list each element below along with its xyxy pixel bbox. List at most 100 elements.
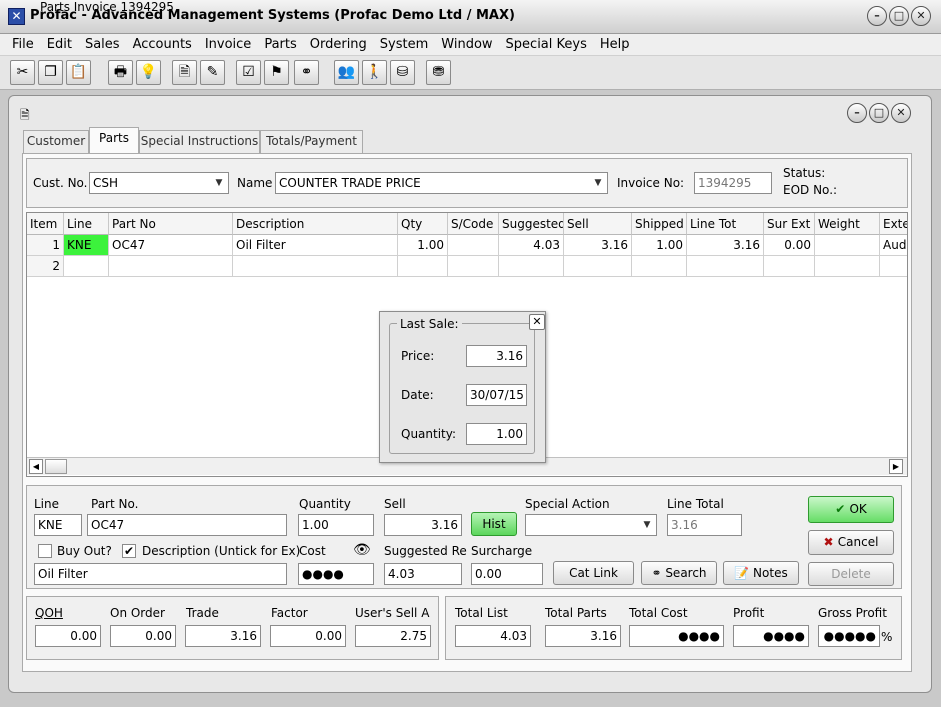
tab-customer[interactable]: Customer — [23, 130, 89, 153]
table-row-description[interactable]: Oil Filter — [233, 235, 398, 256]
trade-field[interactable]: 3.16 — [185, 625, 261, 647]
table-row-qty[interactable]: 1.00 — [398, 235, 448, 256]
people-icon[interactable]: 👥 — [334, 60, 359, 85]
table-row-sell[interactable]: 3.16 — [564, 235, 632, 256]
menu-invoice[interactable]: Invoice — [195, 34, 254, 52]
special-action-select[interactable]: ▼ — [525, 514, 657, 536]
quantity-field[interactable]: 1.00 — [466, 423, 527, 445]
tab-totals-payment[interactable]: Totals/Payment — [260, 130, 363, 153]
menu-special-keys[interactable]: Special Keys — [496, 34, 590, 52]
eye-icon[interactable]: 👁 — [353, 542, 371, 558]
tab-parts[interactable]: Parts — [89, 127, 139, 154]
table-row-item[interactable]: 1 — [27, 235, 64, 256]
menu-edit[interactable]: Edit — [37, 34, 75, 52]
coins-icon[interactable]: ⛁ — [390, 60, 415, 85]
cust-no-field[interactable]: CSH ▼ — [89, 172, 229, 194]
search-button[interactable]: ⚭ Search — [641, 561, 717, 585]
qoh-label[interactable]: QOH — [35, 606, 63, 620]
person-walking-icon[interactable]: 🚶 — [362, 60, 387, 85]
edit-document-icon[interactable]: ✎ — [200, 60, 225, 85]
cut-icon[interactable]: ✂ — [10, 60, 35, 85]
minimize-icon[interactable]: – — [867, 6, 887, 26]
lightbulb-icon[interactable]: 💡 — [136, 60, 161, 85]
invoice-no-field[interactable]: 1394295 — [694, 172, 772, 194]
table-row-description[interactable] — [233, 256, 398, 277]
menu-file[interactable]: File — [0, 34, 37, 52]
table-row-scode[interactable] — [448, 235, 499, 256]
col-header-item[interactable]: Item — [27, 213, 64, 235]
total-list-field[interactable]: 4.03 — [455, 625, 531, 647]
col-header-part-no[interactable]: Part No — [109, 213, 233, 235]
cat-link-button[interactable]: Cat Link — [553, 561, 634, 585]
col-header-description[interactable]: Description — [233, 213, 398, 235]
table-row-suggested[interactable] — [499, 256, 564, 277]
gross-profit-field[interactable]: ●●●●● — [818, 625, 880, 647]
print-icon[interactable]: 🖶 — [108, 60, 133, 85]
col-header-line-tot[interactable]: Line Tot — [687, 213, 764, 235]
buy-out-checkbox[interactable] — [38, 544, 52, 558]
maximize-icon[interactable]: □ — [889, 6, 909, 26]
cost-field[interactable]: ●●●● — [298, 563, 374, 585]
table-row-sur-ext[interactable] — [764, 256, 815, 277]
col-header-shipped[interactable]: Shipped — [632, 213, 687, 235]
tab-special-instructions[interactable]: Special Instructions — [139, 130, 260, 153]
ok-button[interactable]: ✔ OK — [808, 496, 894, 523]
col-header-line[interactable]: Line — [64, 213, 109, 235]
scroll-left-icon[interactable]: ◀ — [29, 459, 43, 474]
table-row-exte[interactable] — [880, 256, 907, 277]
on-order-field[interactable]: 0.00 — [110, 625, 176, 647]
table-row-exte[interactable]: Aud — [880, 235, 907, 256]
child-maximize-icon[interactable]: □ — [869, 103, 889, 123]
chevron-down-icon[interactable]: ▼ — [210, 173, 228, 193]
menu-ordering[interactable]: Ordering — [300, 34, 370, 52]
flag-icon[interactable]: ⚑ — [264, 60, 289, 85]
table-row-part-no[interactable]: OC47 — [109, 235, 233, 256]
quantity-edit-field[interactable]: 1.00 — [298, 514, 374, 536]
child-minimize-icon[interactable]: – — [847, 103, 867, 123]
table-row-line-tot[interactable] — [687, 256, 764, 277]
profit-field[interactable]: ●●●● — [733, 625, 809, 647]
table-row-sell[interactable] — [564, 256, 632, 277]
col-header-scode[interactable]: S/Code — [448, 213, 499, 235]
database-icon[interactable]: ⛃ — [426, 60, 451, 85]
line-field[interactable]: KNE — [34, 514, 82, 536]
col-header-qty[interactable]: Qty — [398, 213, 448, 235]
table-row-suggested[interactable]: 4.03 — [499, 235, 564, 256]
document-icon[interactable]: 🗎 — [172, 60, 197, 85]
close-icon[interactable]: ✕ — [911, 6, 931, 26]
menu-parts[interactable]: Parts — [254, 34, 299, 52]
hist-button[interactable]: Hist — [471, 512, 517, 536]
factor-field[interactable]: 0.00 — [270, 625, 346, 647]
scroll-right-icon[interactable]: ▶ — [889, 459, 903, 474]
col-header-weight[interactable]: Weight — [815, 213, 880, 235]
col-header-exte[interactable]: Exte — [880, 213, 907, 235]
table-row-line[interactable]: KNE — [64, 235, 109, 256]
total-parts-field[interactable]: 3.16 — [545, 625, 621, 647]
description-field[interactable]: Oil Filter — [34, 563, 287, 585]
table-row-weight[interactable] — [815, 256, 880, 277]
paste-icon[interactable]: 📋 — [66, 60, 91, 85]
col-header-suggested[interactable]: Suggested — [499, 213, 564, 235]
table-row-sur-ext[interactable]: 0.00 — [764, 235, 815, 256]
table-row-weight[interactable] — [815, 235, 880, 256]
col-header-sur-ext[interactable]: Sur Ext — [764, 213, 815, 235]
description-checkbox[interactable]: ✔ — [122, 544, 136, 558]
table-row-shipped[interactable] — [632, 256, 687, 277]
total-cost-field[interactable]: ●●●● — [629, 625, 724, 647]
price-field[interactable]: 3.16 — [466, 345, 527, 367]
scroll-thumb[interactable] — [45, 459, 67, 474]
users-sell-field[interactable]: 2.75 — [355, 625, 431, 647]
table-row-part-no[interactable] — [109, 256, 233, 277]
checklist-icon[interactable]: ☑ — [236, 60, 261, 85]
table-row-qty[interactable] — [398, 256, 448, 277]
copy-icon[interactable]: ❐ — [38, 60, 63, 85]
chevron-down-icon[interactable]: ▼ — [638, 515, 656, 535]
menu-window[interactable]: Window — [431, 34, 495, 52]
table-row-scode[interactable] — [448, 256, 499, 277]
part-no-field[interactable]: OC47 — [87, 514, 287, 536]
suggested-field[interactable]: 4.03 — [384, 563, 462, 585]
cancel-button[interactable]: ✖ Cancel — [808, 530, 894, 555]
qoh-field[interactable]: 0.00 — [35, 625, 101, 647]
col-header-sell[interactable]: Sell — [564, 213, 632, 235]
chevron-down-icon[interactable]: ▼ — [589, 173, 607, 193]
